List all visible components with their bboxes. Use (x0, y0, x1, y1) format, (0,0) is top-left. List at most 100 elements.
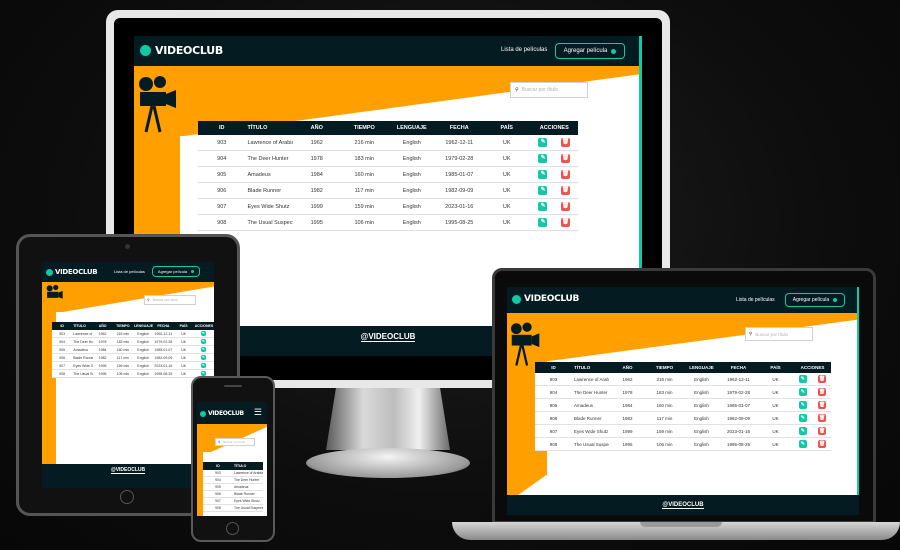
table-cell-id: 905 (535, 398, 572, 412)
table-row[interactable]: 905 Amadeus 1984 160 min English 1985-01-07 UK… (535, 398, 831, 412)
trash-icon[interactable]: 🗑 (818, 414, 827, 422)
laptop-search-input[interactable]: ⚲ Buscar por título (745, 327, 813, 341)
table-row[interactable]: 905 Amadeus (203, 483, 263, 491)
table-cell-id: 906 (535, 411, 572, 425)
table-row[interactable]: 903Lawrence of Arabia1962216 minEnglish1… (198, 135, 578, 151)
phone-logo[interactable]: VIDEOCLUB (200, 410, 244, 417)
table-row[interactable]: 908The Usual Suspects1995106 minEnglish1… (52, 369, 214, 378)
pencil-icon[interactable]: ✎ (200, 339, 206, 344)
table-row[interactable]: 906 Blade Runner (203, 490, 263, 498)
pencil-icon[interactable]: ✎ (200, 347, 206, 352)
table-row[interactable]: 906Blade Runner1982117 minEnglish1982-09… (535, 411, 831, 425)
table-row[interactable]: 903Lawrence of Arabia1962216 minEnglish1… (52, 330, 214, 338)
pencil-icon[interactable]: ✎ (538, 170, 548, 179)
column-header: ID (535, 362, 572, 373)
trash-icon[interactable]: 🗑 (818, 401, 827, 409)
column-header: ID (203, 462, 233, 470)
table-row[interactable]: 907Eyes Wide Shutz1999159 minEnglish2023… (198, 198, 578, 215)
laptop-nav-list-link[interactable]: Lista de películas (736, 297, 775, 303)
trash-icon[interactable]: 🗑 (561, 138, 571, 147)
pencil-icon[interactable]: ✎ (200, 363, 206, 368)
desktop-logo[interactable]: VIDEOCLUB (140, 44, 223, 57)
pencil-icon[interactable]: ✎ (200, 331, 206, 336)
table-cell-title: The Deer Hunter (572, 385, 609, 399)
table-cell-lang: English (683, 373, 720, 386)
table-row[interactable]: 906Blade Runner1982117 minEnglish1982-09… (198, 182, 578, 199)
table-row[interactable]: 904The Deer Hunter1978183 minEnglish1979… (198, 150, 578, 167)
table-row[interactable]: 907Eyes Wide Shutz1999159 minEnglish2023… (535, 424, 831, 438)
laptop-logo[interactable]: VIDEOCLUB (512, 294, 579, 304)
pencil-icon[interactable]: ✎ (538, 218, 548, 227)
trash-icon[interactable]: 🗑 (561, 154, 571, 163)
desktop-nav-list-link[interactable]: Lista de películas (501, 47, 547, 53)
pencil-icon[interactable]: ✎ (200, 355, 206, 360)
laptop-brand-text: VIDEOCLUB (524, 294, 580, 304)
table-cell-time: 216 min (340, 135, 388, 151)
table-cell-date: 1979-02-28 (435, 150, 483, 167)
phone-home-button (226, 522, 239, 535)
table-cell-title: Amadeus (572, 398, 609, 412)
pencil-icon[interactable]: ✎ (798, 375, 807, 383)
pencil-icon[interactable]: ✎ (798, 440, 807, 448)
trash-icon[interactable]: 🗑 (561, 170, 571, 179)
pencil-icon[interactable]: ✎ (538, 186, 548, 195)
table-cell-id: 907 (52, 361, 73, 370)
phone-search-input[interactable]: ⚲ Buscar por título (215, 438, 255, 446)
column-header: ID (198, 121, 246, 135)
table-cell-lang: English (683, 398, 720, 412)
tablet-nav-list-link[interactable]: Lista de películas (114, 269, 145, 274)
trash-icon[interactable]: 🗑 (818, 427, 827, 435)
tablet-add-movie-button[interactable]: Agregar película (152, 266, 200, 277)
column-header: TÍTULO (233, 462, 263, 470)
desktop-search-input[interactable]: ⚲ Buscar por título (510, 82, 588, 98)
pencil-icon[interactable]: ✎ (798, 414, 807, 422)
trash-icon[interactable]: 🗑 (561, 186, 571, 195)
row-actions: ✎ 🗑 (530, 182, 578, 199)
pencil-icon[interactable]: ✎ (798, 388, 807, 396)
row-actions: ✎ 🗑 (530, 135, 578, 151)
table-row[interactable]: 905 Amadeus 1984 160 min English 1985-01-07 UK… (198, 166, 578, 183)
table-cell-date: 1982-09-09 (153, 353, 174, 362)
laptop-add-movie-label: Agregar película (792, 297, 830, 303)
laptop-navbar: VIDEOCLUB Lista de películas Agregar pel… (507, 287, 859, 313)
hamburger-icon[interactable]: ☰ (254, 407, 262, 418)
table-cell-date: 1982-09-09 (720, 411, 757, 425)
trash-icon[interactable]: 🗑 (818, 388, 827, 396)
trash-icon[interactable]: 🗑 (561, 218, 571, 227)
search-icon: ⚲ (218, 440, 221, 444)
table-row[interactable]: 906Blade Runner1982117 minEnglish1982-09… (52, 353, 214, 362)
trash-icon[interactable]: 🗑 (818, 440, 827, 448)
table-row[interactable]: 907 Eyes Wide Shutz (203, 497, 263, 505)
trash-icon[interactable]: 🗑 (561, 202, 571, 211)
table-row[interactable]: 904 The Deer Hunter (203, 476, 263, 484)
table-row[interactable]: 903Lawrence of Arabia1962216 minEnglish1… (535, 373, 831, 386)
trash-icon[interactable]: 🗑 (818, 375, 827, 383)
row-actions: ✎ 🗑 (794, 398, 831, 412)
table-row[interactable]: 908The Usual Suspects1995106 minEnglish1… (535, 437, 831, 451)
table-row[interactable]: 907Eyes Wide Shutz1999159 minEnglish2023… (52, 361, 214, 370)
pencil-icon[interactable]: ✎ (798, 401, 807, 409)
table-row[interactable]: 904The Deer Hunter1978183 minEnglish1979… (535, 385, 831, 399)
tablet-search-input[interactable]: ⚲ Buscar por título (144, 295, 196, 305)
table-cell-year: 1962 (293, 135, 341, 151)
tablet-search-placeholder: Buscar por título (152, 298, 179, 302)
table-cell-id: 907 (535, 424, 572, 438)
column-header: PAÍS (173, 322, 194, 330)
table-cell-time: 216 min (646, 373, 683, 386)
table-cell-time: 183 min (340, 150, 388, 167)
table-cell-date: 2023-01-16 (153, 361, 174, 370)
pencil-icon[interactable]: ✎ (798, 427, 807, 435)
desktop-footer-brand: @VIDEOCLUB (360, 332, 416, 342)
table-cell-country: UK (483, 150, 531, 167)
pencil-icon[interactable]: ✎ (538, 154, 548, 163)
pencil-icon[interactable]: ✎ (538, 202, 548, 211)
table-row[interactable]: 908 The Usual Suspects (203, 504, 263, 512)
tablet-logo[interactable]: VIDEOCLUB (46, 268, 98, 276)
laptop-footer: @VIDEOCLUB (507, 495, 859, 515)
laptop-add-movie-button[interactable]: Agregar película (785, 293, 845, 307)
desktop-add-movie-button[interactable]: Agregar película (555, 43, 625, 59)
table-row[interactable]: 908The Usual Suspects1995106 minEnglish1… (198, 214, 578, 231)
table-row[interactable]: 905 Amadeus 1984 160 min English 1985-01-07 UK… (52, 345, 214, 354)
table-row[interactable]: 904The Deer Hunter1978183 minEnglish1979… (52, 337, 214, 346)
pencil-icon[interactable]: ✎ (538, 138, 548, 147)
